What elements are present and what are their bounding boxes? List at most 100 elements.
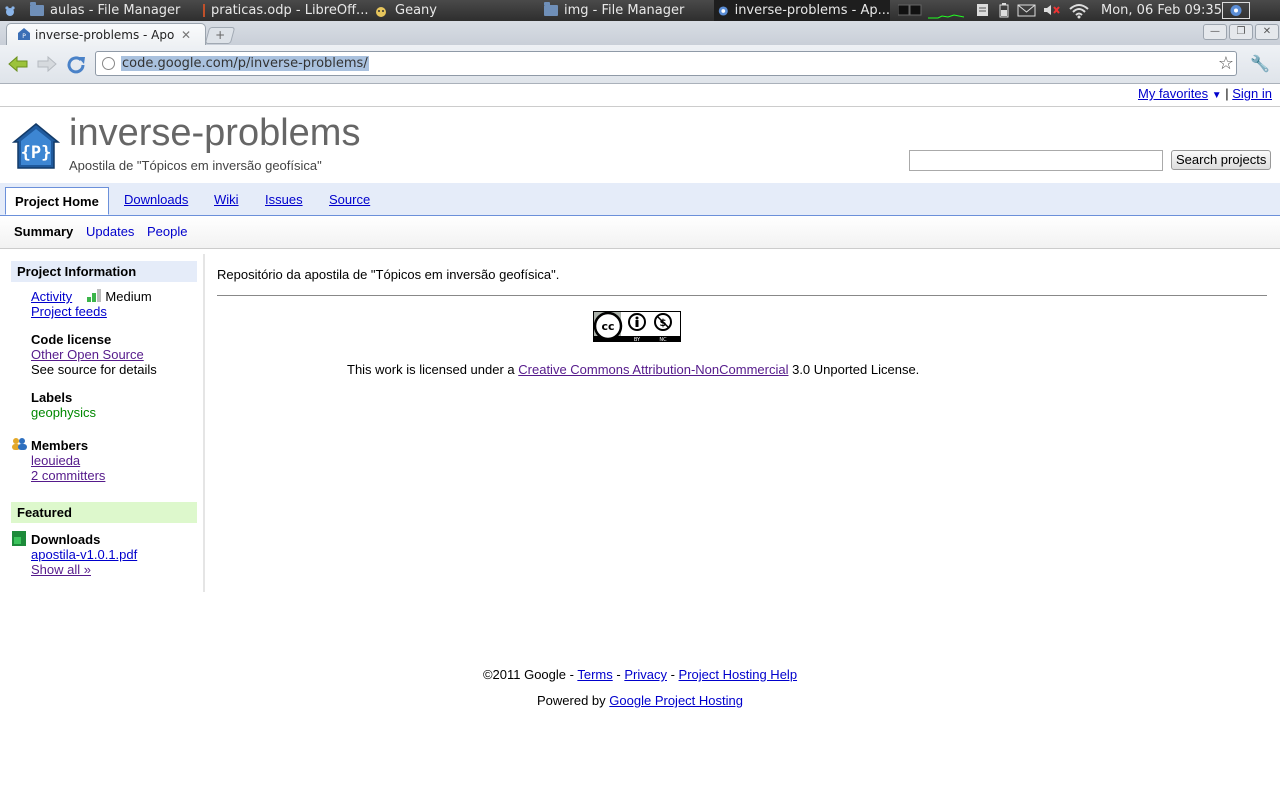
featured-title: Featured bbox=[11, 502, 197, 523]
tab-source[interactable]: Source bbox=[329, 192, 370, 207]
browser-tab[interactable]: P inverse-problems - Apostila ✕ bbox=[6, 23, 206, 46]
tab-downloads[interactable]: Downloads bbox=[124, 192, 188, 207]
dropdown-arrow-icon[interactable]: ▼ bbox=[1212, 90, 1222, 101]
label-geophysics[interactable]: geophysics bbox=[31, 405, 96, 420]
forward-button[interactable] bbox=[36, 53, 58, 75]
taskbar-item-aulas[interactable]: aulas - File Manager bbox=[30, 0, 195, 21]
system-taskbar: aulas - File Manager praticas.odp - Libr… bbox=[0, 0, 1280, 21]
volume-muted-icon[interactable] bbox=[1043, 3, 1060, 17]
taskbar-item-img[interactable]: img - File Manager bbox=[544, 0, 709, 21]
back-button[interactable] bbox=[7, 53, 29, 75]
project-description: Repositório da apostila de "Tópicos em i… bbox=[217, 267, 560, 282]
member-link[interactable]: leouieda bbox=[31, 453, 80, 468]
search-projects-button[interactable]: Search projects bbox=[1171, 150, 1272, 170]
code-license-title: Code license bbox=[31, 332, 112, 347]
labels-block: Labels geophysics bbox=[31, 390, 96, 420]
downloads-title: Downloads bbox=[31, 532, 101, 547]
tab-issues[interactable]: Issues bbox=[265, 192, 303, 207]
favicon-icon: P bbox=[17, 27, 31, 44]
subtab-updates[interactable]: Updates bbox=[86, 224, 134, 239]
header-divider bbox=[0, 106, 1280, 107]
hosting-help-link[interactable]: Project Hosting Help bbox=[679, 667, 798, 682]
taskbar-item-label: Geany bbox=[395, 2, 437, 18]
restore-window-button[interactable]: ❐ bbox=[1229, 24, 1253, 40]
footer-dash: - bbox=[670, 667, 675, 682]
mail-icon[interactable] bbox=[1017, 3, 1037, 17]
cpu-monitor-icon bbox=[928, 3, 965, 19]
reload-button[interactable] bbox=[65, 53, 87, 75]
subtab-people[interactable]: People bbox=[147, 224, 187, 239]
tab-wiki[interactable]: Wiki bbox=[214, 192, 239, 207]
subtab-summary[interactable]: Summary bbox=[14, 224, 73, 239]
presentation-file-icon bbox=[203, 4, 205, 17]
user-bar: My favorites ▼ | Sign in bbox=[1138, 86, 1272, 101]
taskbar-item-label: praticas.odp - LibreOff... bbox=[211, 2, 368, 18]
terms-link[interactable]: Terms bbox=[577, 667, 612, 682]
new-tab-button[interactable]: + bbox=[204, 27, 236, 44]
google-project-hosting-link[interactable]: Google Project Hosting bbox=[609, 693, 743, 708]
battery-icon bbox=[998, 3, 1014, 18]
cc-license-link[interactable]: Creative Commons Attribution-NonCommerci… bbox=[518, 362, 788, 377]
browser-toolbar: code.google.com/p/inverse-problems/ ☆ 🔧 bbox=[0, 45, 1280, 84]
folder-icon bbox=[544, 2, 558, 16]
activity-block: Activity Medium Project feeds bbox=[31, 289, 201, 319]
taskbar-item-label: inverse-problems - Ap... bbox=[734, 2, 890, 18]
url-text: code.google.com/p/inverse-problems/ bbox=[121, 56, 369, 71]
taskbar-item-praticas[interactable]: praticas.odp - LibreOff... bbox=[203, 0, 368, 21]
my-favorites-link[interactable]: My favorites bbox=[1138, 86, 1208, 101]
minimize-icon: — bbox=[1210, 26, 1220, 37]
app-menu-icon[interactable] bbox=[3, 0, 19, 21]
project-summary: Apostila de "Tópicos em inversão geofísi… bbox=[69, 158, 322, 173]
activity-link[interactable]: Activity bbox=[31, 289, 72, 304]
page-info-icon[interactable] bbox=[102, 57, 115, 70]
badge-nc-text: NC bbox=[659, 337, 667, 342]
code-license-link[interactable]: Other Open Source bbox=[31, 347, 144, 362]
minimize-window-button[interactable]: — bbox=[1203, 24, 1227, 40]
license-suffix: 3.0 Unported License. bbox=[792, 362, 920, 377]
svg-text:P: P bbox=[22, 33, 26, 40]
search-projects-input[interactable] bbox=[909, 150, 1163, 171]
tab-project-home[interactable]: Project Home bbox=[5, 187, 109, 215]
close-tab-icon[interactable]: ✕ bbox=[181, 28, 191, 42]
project-logo-icon[interactable]: {P} bbox=[11, 122, 61, 170]
wrench-menu-icon[interactable]: 🔧 bbox=[1250, 54, 1270, 73]
bookmark-star-icon[interactable]: ☆ bbox=[1218, 53, 1234, 74]
copyright-text: ©2011 Google - bbox=[482, 667, 574, 682]
sign-in-link[interactable]: Sign in bbox=[1232, 86, 1272, 101]
clock[interactable]: Mon, 06 Feb 09:35 bbox=[1101, 0, 1221, 21]
reload-icon bbox=[67, 56, 85, 74]
main-tabs: Project Home Downloads Wiki Issues Sourc… bbox=[0, 183, 1280, 216]
badge-by-text: BY bbox=[634, 337, 641, 342]
labels-title: Labels bbox=[31, 390, 73, 405]
notes-icon[interactable] bbox=[976, 3, 992, 17]
show-all-downloads-link[interactable]: Show all » bbox=[31, 562, 91, 577]
project-content: Repositório da apostila de "Tópicos em i… bbox=[217, 267, 1267, 377]
taskbar-item-geany[interactable]: Geany bbox=[373, 0, 538, 21]
download-file-link[interactable]: apostila-v1.0.1.pdf bbox=[31, 547, 137, 562]
svg-text:cc: cc bbox=[601, 320, 614, 333]
taskbar-item-label: img - File Manager bbox=[564, 2, 685, 18]
workspace-switcher[interactable] bbox=[897, 3, 922, 17]
project-feeds-link[interactable]: Project feeds bbox=[31, 304, 107, 319]
forward-arrow-icon bbox=[37, 55, 57, 73]
sidebar-divider bbox=[203, 254, 205, 592]
license-statement: This work is licensed under a Creative C… bbox=[347, 362, 919, 377]
project-name: inverse-problems bbox=[69, 112, 361, 154]
footer-links: ©2011 Google - Terms - Privacy - Project… bbox=[0, 662, 1280, 688]
close-icon: ✕ bbox=[1262, 26, 1272, 37]
committers-link[interactable]: 2 committers bbox=[31, 468, 105, 483]
address-bar[interactable]: code.google.com/p/inverse-problems/ ☆ bbox=[95, 51, 1237, 76]
taskbar-item-browser[interactable]: inverse-problems - Ap... bbox=[714, 0, 890, 21]
sub-tabs: Summary Updates People bbox=[0, 216, 1280, 249]
browser-tab-strip: P inverse-problems - Apostila ✕ + — ❐ ✕ bbox=[0, 21, 1280, 46]
wifi-icon[interactable] bbox=[1068, 3, 1090, 19]
privacy-link[interactable]: Privacy bbox=[624, 667, 667, 682]
back-arrow-icon bbox=[8, 55, 28, 73]
plus-icon: + bbox=[215, 28, 226, 42]
cc-by-nc-license-badge[interactable]: cc $ BY NC bbox=[593, 311, 681, 343]
code-license-note: See source for details bbox=[31, 362, 157, 377]
close-window-button[interactable]: ✕ bbox=[1255, 24, 1279, 40]
svg-text:{P}: {P} bbox=[21, 143, 52, 163]
page-footer: ©2011 Google - Terms - Privacy - Project… bbox=[0, 662, 1280, 714]
show-desktop-button[interactable] bbox=[1222, 2, 1250, 19]
